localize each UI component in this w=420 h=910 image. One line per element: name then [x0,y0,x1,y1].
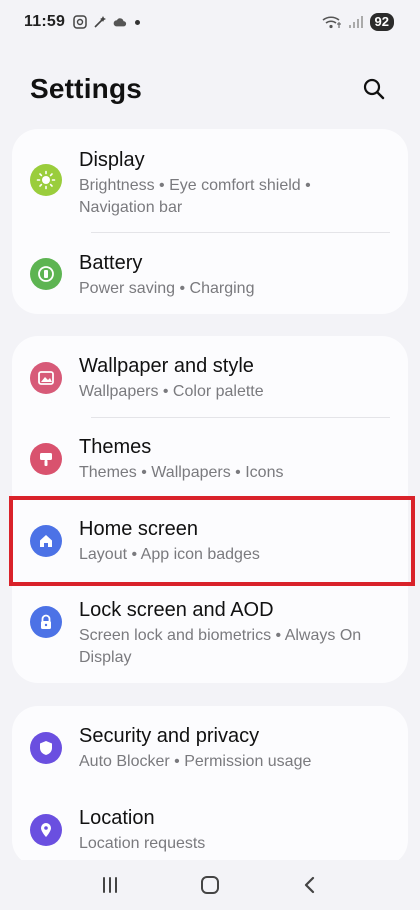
nav-bar [0,860,420,910]
display-text: Display Brightness • Eye comfort shield … [79,147,311,219]
display-item[interactable]: Display Brightness • Eye comfort shield … [12,147,408,219]
settings-group-1: Display Brightness • Eye comfort shield … [12,129,408,314]
battery-icon: 92 [369,13,394,31]
themes-text: Themes Themes • Wallpapers • Icons [79,434,283,484]
home-nav-icon [201,876,219,894]
status-bar: 11:59 92 [0,0,420,44]
lock-screen-title: Lock screen and AOD [79,599,274,621]
magic-wand-icon [93,15,107,29]
themes-item[interactable]: Themes Themes • Wallpapers • Icons [12,434,408,484]
location-subtitle: Location requests [79,835,206,852]
battery-text: Battery Power saving • Charging [79,250,254,300]
status-left: 11:59 [24,13,141,31]
security-text: Security and privacy Auto Blocker • Perm… [79,723,311,773]
sun-icon [30,164,62,196]
wallpaper-title: Wallpaper and style [79,355,254,377]
settings-group-3: Security and privacy Auto Blocker • Perm… [12,706,408,866]
dot-icon [135,19,141,25]
screenshot-icon [73,15,87,29]
image-icon [30,362,62,394]
lock-screen-subtitle-line1: Screen lock and biometrics • Always On [79,627,362,644]
security-title: Security and privacy [79,725,260,747]
search-button[interactable] [356,71,392,107]
status-right: 92 [322,13,394,31]
display-subtitle-line2: Navigation bar [79,199,183,216]
back-button[interactable] [290,865,330,905]
header: Settings [0,64,420,114]
lock-screen-item[interactable]: Lock screen and AOD Screen lock and biom… [12,597,408,669]
status-time: 11:59 [24,13,66,30]
battery-title: Battery [79,252,143,274]
recent-apps-icon [103,877,117,893]
themes-subtitle: Themes • Wallpapers • Icons [79,464,284,481]
security-item[interactable]: Security and privacy Auto Blocker • Perm… [12,723,408,773]
location-text: Location Location requests [79,805,205,855]
home-screen-subtitle: Layout • App icon badges [79,546,260,563]
wallpaper-item[interactable]: Wallpaper and style Wallpapers • Color p… [12,353,408,403]
lock-screen-subtitle: Screen lock and biometrics • Always On D… [79,625,361,669]
lock-screen-text: Lock screen and AOD Screen lock and biom… [79,597,361,669]
wallpaper-subtitle: Wallpapers • Color palette [79,383,264,400]
wallpaper-text: Wallpaper and style Wallpapers • Color p… [79,353,264,403]
location-item[interactable]: Location Location requests [12,805,408,855]
lock-screen-subtitle-line2: Display [79,649,132,666]
location-title: Location [79,807,155,829]
divider [91,417,390,418]
settings-group-2: Wallpaper and style Wallpapers • Color p… [12,336,408,683]
home-screen-item[interactable]: Home screen Layout • App icon badges [12,516,408,566]
location-pin-icon [30,814,62,846]
search-icon [363,78,385,100]
wifi-icon [322,15,342,29]
lock-icon [30,606,62,638]
notification-icons [73,15,141,29]
home-screen-text: Home screen Layout • App icon badges [79,516,260,566]
display-subtitle-line1: Brightness • Eye comfort shield • [79,177,311,194]
themes-title: Themes [79,436,152,458]
battery-item[interactable]: Battery Power saving • Charging [12,250,408,300]
battery-charge-icon [30,258,62,290]
recent-apps-button[interactable] [90,865,130,905]
brush-icon [30,443,62,475]
home-screen-title: Home screen [79,518,198,540]
battery-subtitle: Power saving • Charging [79,280,255,297]
display-title: Display [79,149,145,171]
back-icon [304,876,315,894]
home-icon [30,525,62,557]
display-subtitle: Brightness • Eye comfort shield • Naviga… [79,175,311,219]
cloud-icon [113,15,127,29]
divider [91,232,390,233]
page-title: Settings [30,73,143,104]
shield-icon [30,732,62,764]
signal-icon [348,15,364,29]
home-nav-button[interactable] [190,865,230,905]
security-subtitle: Auto Blocker • Permission usage [79,753,312,770]
